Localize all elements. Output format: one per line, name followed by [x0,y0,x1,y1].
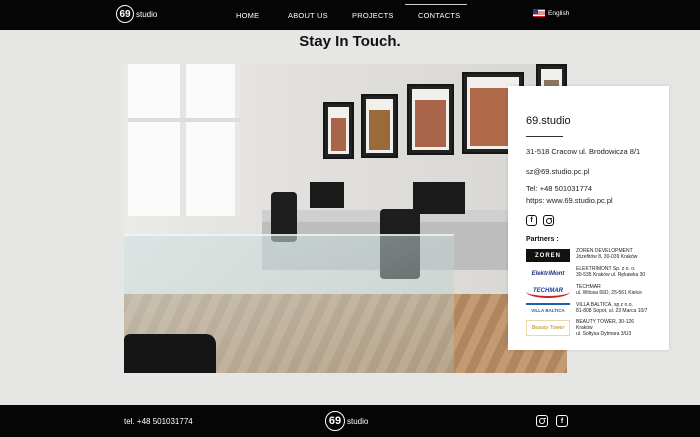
instagram-icon[interactable] [543,215,554,226]
logo-word: studio [347,416,369,426]
partner-item[interactable]: TECHMAR TECHMAR ul. Witosa 66D, 25-561 K… [526,284,666,302]
footer-logo[interactable]: 69 studio [325,411,368,431]
address-text: 31-518 Cracow ul. Brodowicza 8/1 [526,147,641,156]
partner-logo: VILLA BALTICA [526,303,570,316]
phone-text[interactable]: Tel: +48 501031774 [526,184,592,193]
partner-item[interactable]: VILLA BALTICA VILLA BALTICA, sp z o.o. 8… [526,302,666,320]
nav-projects[interactable]: PROJECTS [352,11,394,20]
partner-logo: TECHMAR [526,285,570,298]
contact-card: 69.studio 31-518 Cracow ul. Brodowicza 8… [508,86,669,350]
partner-logo: ElektriMont [531,270,565,277]
language-selector[interactable]: English [533,9,569,17]
facebook-icon[interactable]: f [526,215,537,226]
partner-address: 81-808 Sopot, ul. 23 Marca 10/7 [576,308,648,315]
instagram-icon[interactable] [536,415,548,427]
partner-address-line: ul. Sołtysa Dytmara 3/U3 [576,331,632,338]
computer-monitor [413,182,465,214]
divider [526,136,563,137]
office-photo [124,64,567,373]
logo-number: 69 [325,411,345,431]
logo-word: studio [136,9,158,19]
window-illustration [128,64,240,216]
logo-number: 69 [116,5,134,23]
language-label: English [548,9,570,17]
partner-item[interactable]: Beauty Tower BEAUTY TOWER, 30-126 Kraków… [526,319,666,341]
nav-home[interactable]: HOME [236,11,259,20]
us-flag-icon [533,9,545,17]
nav-contacts[interactable]: CONTACTS [418,11,460,20]
studio-logo[interactable]: 69 studio [116,5,157,23]
nav-about-us[interactable]: ABOUT US [288,11,328,20]
card-title: 69.studio [526,115,571,127]
partner-logo: Beauty Tower [526,320,570,336]
email-link[interactable]: sz@69.studio.pc.pl [526,167,589,176]
partner-logo: ZOREN [526,249,570,262]
wall-picture [361,94,398,158]
top-navigation-bar: 69 studio HOME ABOUT US PROJECTS CONTACT… [0,0,700,30]
partners-label: Partners : [526,236,559,243]
computer-monitor [310,182,344,208]
page-title: Stay In Touch. [299,33,401,50]
website-link[interactable]: https: www.69.studio.pc.pl [526,196,613,205]
partner-item[interactable]: ZOREN ZOREN DEVELOPMENT Józefitów 8, 30-… [526,248,666,266]
wall-picture [323,102,354,159]
leather-chair [124,334,216,373]
footer: tel. +48 501031774 69 studio f [0,405,700,437]
footer-phone[interactable]: tel. +48 501031774 [124,417,193,426]
partner-item[interactable]: ElektriMont ELEKTRIMONT Sp. z o. o. 30-5… [526,266,666,284]
nav-active-indicator [405,4,467,5]
partner-address: 30-535 Kraków ul. Rękawka 30 [576,272,646,279]
footer-social-icons: f [536,415,568,427]
partner-address: ul. Witosa 66D, 25-561 Kielce [576,290,642,297]
wall-picture [407,84,454,155]
partner-address: Józefitów 8, 30-039 Kraków [576,254,638,261]
facebook-icon[interactable]: f [556,415,568,427]
card-social-icons: f [526,215,554,226]
